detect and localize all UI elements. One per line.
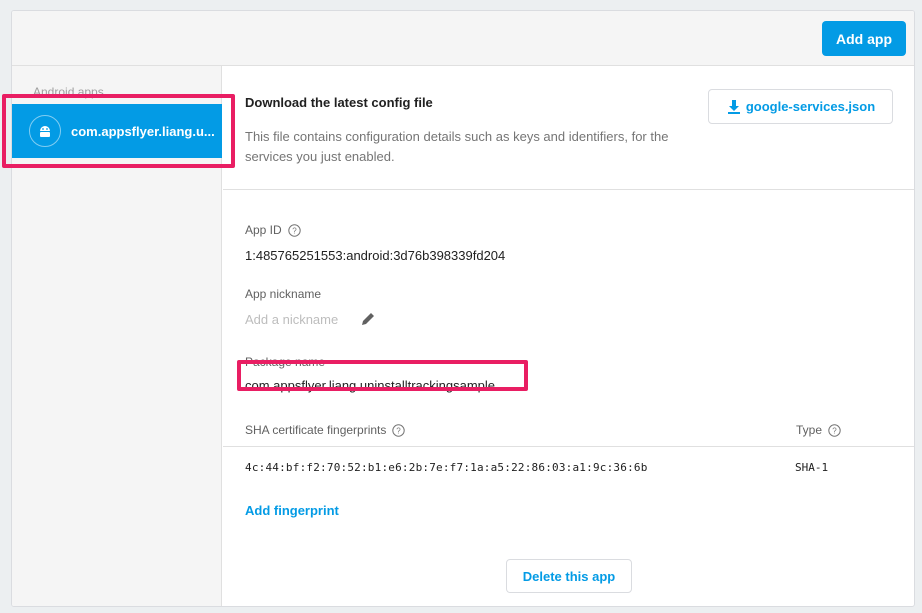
nickname-label-text: App nickname	[245, 287, 322, 301]
nickname-field[interactable]: Add a nickname	[245, 312, 338, 327]
add-app-button[interactable]: Add app	[822, 21, 906, 56]
config-title: Download the latest config file	[245, 95, 433, 110]
project-settings-card: Add app Android apps com.appsflyer.liang…	[11, 10, 915, 607]
delete-app-button[interactable]: Delete this app	[506, 559, 632, 593]
download-icon	[727, 99, 740, 114]
help-icon[interactable]: ?	[392, 423, 406, 437]
sha-label: SHA certificate fingerprints ?	[245, 423, 406, 437]
download-config-button[interactable]: google-services.json	[708, 89, 893, 124]
help-icon[interactable]: ?	[828, 423, 841, 437]
config-section: Download the latest config file This fil…	[223, 66, 914, 190]
sidebar-item-app[interactable]: com.appsflyer.liang.u...	[12, 104, 222, 158]
app-id-label-text: App ID	[245, 223, 282, 237]
pencil-icon[interactable]	[359, 310, 377, 328]
add-fingerprint-link[interactable]: Add fingerprint	[245, 503, 339, 518]
help-icon[interactable]: ?	[287, 223, 301, 237]
app-id-value: 1:485765251553:android:3d76b398339fd204	[245, 248, 506, 263]
download-label: google-services.json	[745, 99, 876, 114]
sidebar-heading: Android apps	[33, 85, 104, 99]
type-label: Type ?	[796, 423, 841, 437]
svg-text:?: ?	[292, 226, 297, 235]
type-label-text: Type	[796, 423, 823, 437]
app-details: Download the latest config file This fil…	[223, 66, 914, 606]
package-value: com.appsflyer.liang.uninstalltrackingsam…	[245, 378, 496, 393]
config-description: This file contains configuration details…	[245, 129, 669, 164]
nickname-label: App nickname	[245, 287, 321, 301]
sha-fingerprint: 4c:44:bf:f2:70:52:b1:e6:2b:7e:f7:1a:a5:2…	[245, 461, 648, 474]
svg-text:?: ?	[397, 426, 402, 435]
app-id-label: App ID ?	[245, 223, 301, 237]
sha-label-text: SHA certificate fingerprints	[245, 423, 387, 437]
card-header: Add app	[12, 11, 914, 66]
svg-text:?: ?	[832, 426, 837, 435]
android-icon	[29, 115, 61, 147]
divider	[223, 446, 914, 447]
sidebar-app-label: com.appsflyer.liang.u...	[71, 123, 215, 139]
sha-type: SHA-1	[795, 461, 829, 474]
package-label-text: Package name	[245, 355, 326, 369]
apps-sidebar: Android apps com.appsflyer.liang.u...	[12, 66, 222, 606]
package-label: Package name	[245, 355, 325, 369]
